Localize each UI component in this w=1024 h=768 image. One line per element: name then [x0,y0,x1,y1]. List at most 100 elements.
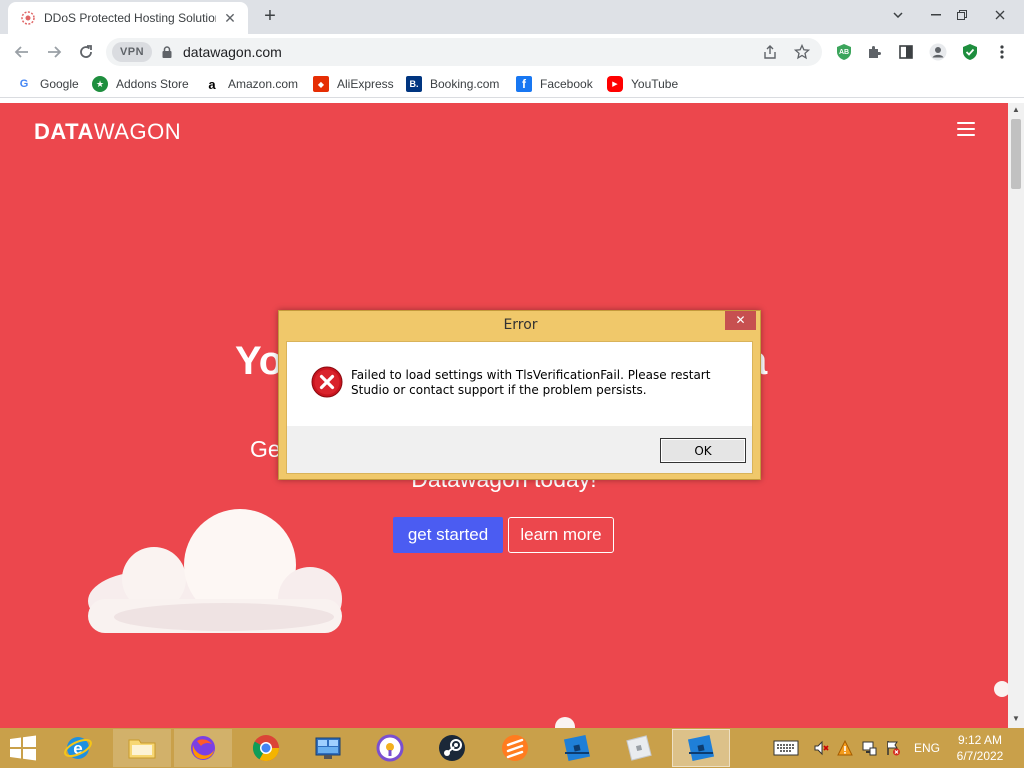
taskbar-roblox-studio[interactable] [548,729,606,767]
forward-button[interactable] [40,38,68,66]
tray-warning-icon[interactable] [836,739,854,757]
hero-sub-left: Ge [250,436,281,462]
close-window-button[interactable] [984,0,1016,30]
ok-button[interactable]: OK [660,438,746,463]
address-bar[interactable]: VPN datawagon.com [106,38,822,66]
scroll-thumb[interactable] [1011,119,1021,189]
steam-icon [439,735,465,761]
tray-action-center-icon[interactable] [884,739,902,757]
folder-icon [128,739,156,759]
tab-title: DDoS Protected Hosting Solution [44,11,216,25]
amazon-icon: a [208,76,216,92]
reload-button[interactable] [72,38,100,66]
taskbar-chrome[interactable] [237,729,295,767]
back-arrow-icon [14,46,28,58]
error-x-icon [311,366,343,398]
browser-toolbar: VPN datawagon.com AB [0,34,1024,70]
bookmark-label: Google [40,77,79,91]
bookmark-facebook[interactable]: f Facebook [516,74,593,94]
datawagon-favicon-icon [20,10,36,26]
addons-store-icon: ★ [92,76,108,92]
roblox-icon [626,735,652,761]
adblock-label: AB [838,48,850,56]
bookmark-label: Amazon.com [228,77,299,91]
security-shield-icon[interactable] [960,42,980,62]
browser-app-icon [376,734,404,762]
vpn-badge[interactable]: VPN [112,42,152,62]
datawagon-logo[interactable]: DATAWAGON [34,119,181,145]
bookmark-youtube[interactable]: ▶ YouTube [607,74,678,94]
new-tab-button[interactable]: + [258,5,282,29]
scroll-down-arrow-icon[interactable]: ▼ [1012,715,1020,723]
system-clock[interactable]: 9:12 AM 6/7/2022 [950,732,1010,764]
facebook-icon: f [516,76,532,92]
cloud-fragment-right [994,681,1008,697]
bookmark-star-icon[interactable] [792,42,812,62]
browser-tab[interactable]: DDoS Protected Hosting Solution ✕ [8,2,248,34]
bookmarks-bar: G Google ★ Addons Store a Amazon.com ◆ A… [0,70,1024,98]
taskbar-roblox[interactable] [610,729,668,767]
page-scrollbar[interactable]: ▲ ▼ [1008,103,1024,728]
url-text[interactable]: datawagon.com [183,44,282,60]
taskbar-internet-explorer[interactable]: e [49,729,107,767]
tab-search-icon[interactable] [882,0,914,30]
sublime-icon [502,735,528,761]
taskbar-firefox[interactable] [174,729,232,767]
adblock-extension-icon[interactable]: AB [834,42,854,62]
bookmark-label: AliExpress [337,77,394,91]
volume-muted-icon[interactable] [812,739,830,757]
taskbar-roblox-studio-active[interactable] [672,729,730,767]
dialog-close-button[interactable]: ✕ [725,311,756,330]
roblox-studio-icon [563,734,591,762]
side-panel-icon[interactable] [896,42,916,62]
share-icon[interactable] [760,42,780,62]
taskbar-control-panel[interactable] [299,729,357,767]
browser-menu-icon[interactable] [992,42,1012,62]
language-indicator[interactable]: ENG [914,741,940,755]
taskbar-file-explorer[interactable] [113,729,171,767]
taskbar-browser-app[interactable] [361,729,419,767]
roblox-studio-active-icon [687,734,715,762]
tab-close-icon[interactable]: ✕ [222,10,238,26]
bookmark-aliexpress[interactable]: ◆ AliExpress [313,74,394,94]
profile-avatar-icon[interactable] [928,42,948,62]
taskbar-steam[interactable] [423,729,481,767]
clock-date: 6/7/2022 [956,749,1004,763]
windows-taskbar: e ENG 9:12 AM 6/7/2022 [0,728,1024,768]
error-message: Failed to load settings with TlsVerifica… [351,368,711,397]
dialog-title: Error [503,317,538,333]
get-started-button[interactable]: get started [393,517,503,553]
youtube-icon: ▶ [607,76,623,92]
reload-icon [80,45,92,58]
dialog-body: Failed to load settings with TlsVerifica… [286,341,753,474]
touch-keyboard-icon[interactable] [772,739,800,757]
error-dialog: Error ✕ Failed to load settings with Tls… [278,310,761,480]
learn-more-button[interactable]: learn more [508,517,614,553]
cloud-illustration [88,509,342,633]
scroll-up-arrow-icon[interactable]: ▲ [1012,106,1020,114]
tray-network-icon[interactable] [860,739,878,757]
hamburger-menu-icon[interactable] [957,122,975,136]
logo-light-text: WAGON [93,119,182,144]
forward-arrow-icon [48,46,62,58]
booking-icon: B. [406,76,422,92]
extensions-puzzle-icon[interactable] [864,42,884,62]
bookmark-label: Addons Store [116,77,189,91]
bookmark-booking[interactable]: B. Booking.com [406,74,499,94]
restore-window-button[interactable] [946,0,978,30]
internet-explorer-icon: e [64,737,92,759]
lock-icon[interactable] [160,45,174,59]
bookmark-amazon[interactable]: a Amazon.com [204,74,298,94]
windows-start-icon[interactable] [6,734,40,762]
taskbar-sublime[interactable] [486,729,544,767]
google-icon: G [19,78,29,90]
hero-heading-left: Yo [235,339,284,383]
aliexpress-icon: ◆ [313,76,329,92]
bookmark-addons-store[interactable]: ★ Addons Store [92,74,189,94]
cloud-fragment-bottom [555,717,575,728]
bookmark-label: Booking.com [430,77,500,91]
back-button[interactable] [8,38,36,66]
bookmark-google[interactable]: G Google [16,74,79,94]
control-panel-icon [315,737,341,759]
clock-time: 9:12 AM [957,733,1003,747]
